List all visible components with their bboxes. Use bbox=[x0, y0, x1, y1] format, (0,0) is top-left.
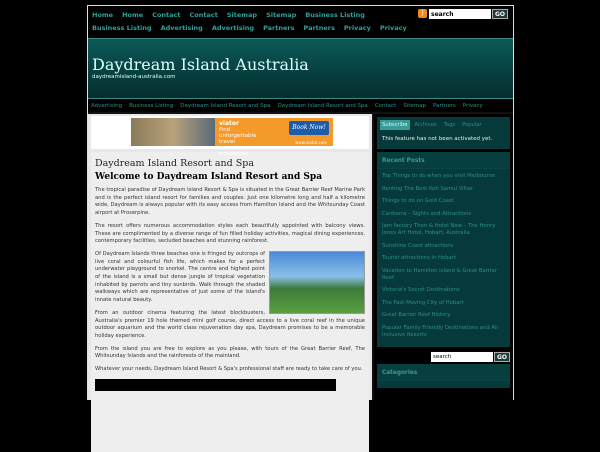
site-title[interactable]: Daydream Island Australia bbox=[92, 56, 509, 74]
post-heading: Welcome to Daydream Island Resort and Sp… bbox=[95, 172, 323, 182]
sub-nav-link[interactable]: Privacy bbox=[463, 103, 483, 109]
sidebar-search-go-button[interactable]: GO bbox=[494, 352, 510, 362]
sub-nav-link[interactable]: Sitemap bbox=[403, 103, 426, 109]
sidebar-search-input[interactable] bbox=[431, 352, 493, 362]
categories-title: Categories bbox=[377, 364, 510, 381]
recent-post-link[interactable]: Sunshine Coast attractions bbox=[380, 243, 507, 250]
recent-posts-title: Recent Posts bbox=[377, 152, 510, 169]
ad-image bbox=[131, 118, 215, 146]
top-nav-link[interactable]: Sitemap bbox=[266, 9, 296, 22]
post-paragraph: Whatever your needs, Daydream Island Res… bbox=[95, 366, 363, 373]
feature-note: This feature has not been activated yet. bbox=[382, 136, 493, 142]
rss-icon[interactable]: ) bbox=[418, 9, 427, 18]
post-paragraph: From an outdoor cinema featuring the lat… bbox=[95, 309, 365, 339]
top-nav-link[interactable]: Business Listing bbox=[305, 9, 365, 22]
recent-post-link[interactable]: Things to do on Gold Coast bbox=[380, 198, 507, 205]
top-nav: Home Home Contact Contact Sitemap Sitemap Busi… bbox=[88, 6, 513, 38]
video-embed[interactable] bbox=[95, 378, 336, 391]
sidebar-search: GO bbox=[377, 350, 510, 364]
page-wrapper: Home Home Contact Contact Sitemap Sitemap Busi… bbox=[87, 5, 514, 452]
tab-subscribe[interactable]: Subscribe bbox=[380, 120, 410, 130]
top-nav-link[interactable]: Business Listing bbox=[92, 22, 152, 35]
sub-nav-link[interactable]: Partners bbox=[433, 103, 456, 109]
post-paragraph: From the island you are free to explore … bbox=[95, 345, 365, 360]
tab-archives[interactable]: Archives bbox=[413, 120, 439, 130]
sub-nav-link[interactable]: Daydream Island Resort and Spa bbox=[278, 103, 368, 109]
viator-ad[interactable]: viator Find unforgettable travel experie… bbox=[131, 118, 333, 157]
recent-post-link[interactable]: Tourist attractions in Hobart bbox=[380, 255, 507, 262]
top-nav-link[interactable]: Home bbox=[92, 9, 113, 22]
top-nav-link[interactable]: Advertising bbox=[212, 22, 254, 35]
site-url: daydreamisland-australia.com bbox=[92, 74, 176, 80]
recent-post-link[interactable]: Great Barrier Reef History bbox=[380, 312, 507, 319]
search-go-button[interactable]: GO bbox=[492, 9, 508, 19]
recent-post-link[interactable]: Victoria's Secret Destinations bbox=[380, 287, 507, 294]
recent-post-link[interactable]: Canberra – Sights and Attractions bbox=[380, 211, 507, 218]
top-nav-link[interactable]: Advertising bbox=[161, 22, 203, 35]
ad-url: www.viator.com bbox=[295, 140, 327, 145]
recent-post-link[interactable]: Jam factory Then & Hotel Now – The Henry… bbox=[380, 223, 507, 237]
top-nav-link[interactable]: Sitemap bbox=[227, 9, 257, 22]
top-nav-link[interactable]: Partners bbox=[303, 22, 334, 35]
top-nav-link[interactable]: Contact bbox=[152, 9, 180, 22]
top-nav-link[interactable]: Privacy bbox=[380, 22, 407, 35]
ad-text: Find unforgettable travel experiences wo… bbox=[219, 127, 257, 157]
sub-nav-link[interactable]: Daydream Island Resort and Spa bbox=[180, 103, 270, 109]
resort-photo bbox=[269, 250, 365, 314]
top-nav-link[interactable]: Partners bbox=[263, 22, 294, 35]
sub-nav-link[interactable]: Contact bbox=[375, 103, 396, 109]
tab-tags[interactable]: Tags bbox=[442, 120, 457, 130]
sidebar: Subscribe Archives Tags Popular This featur… bbox=[374, 114, 513, 400]
header-banner: Daydream Island Australia daydreamisland… bbox=[88, 38, 513, 99]
search-input[interactable] bbox=[429, 9, 491, 19]
categories-widget: Categories bbox=[377, 364, 510, 388]
post-title[interactable]: Daydream Island Resort and Spa bbox=[95, 158, 365, 169]
tabs-widget: Subscribe Archives Tags Popular This featur… bbox=[377, 117, 510, 149]
recent-post-link[interactable]: Popular Family Friendly Destinations and… bbox=[380, 325, 507, 339]
top-nav-link[interactable]: Home bbox=[122, 9, 143, 22]
recent-post-link[interactable]: The Fast-Moving City of Hobart bbox=[380, 300, 507, 307]
post-paragraph: The tropical paradise of Daydream Island… bbox=[95, 187, 365, 217]
recent-posts-widget: Recent Posts Top Things to do when you v… bbox=[377, 152, 510, 347]
book-now-button[interactable]: Book Now! bbox=[289, 121, 329, 135]
top-nav-link[interactable]: Contact bbox=[190, 9, 218, 22]
top-nav-link[interactable]: Privacy bbox=[344, 22, 371, 35]
sub-nav-link[interactable]: Advertising bbox=[91, 103, 122, 109]
recent-post-link[interactable]: Top Things to do when you visit Melbourn… bbox=[380, 173, 507, 180]
tab-popular[interactable]: Popular bbox=[460, 120, 483, 130]
post: Daydream Island Resort and Spa Welcome t… bbox=[91, 152, 369, 452]
recent-post-link[interactable]: Vacation to Hamilton Island & Great Barr… bbox=[380, 268, 507, 282]
ad-banner-container: viator Find unforgettable travel experie… bbox=[91, 116, 369, 157]
recent-post-link[interactable]: Renting The Best Koh Samui Villas bbox=[380, 186, 507, 193]
sub-nav: Advertising Business Listing Daydream Isla… bbox=[88, 99, 513, 112]
main-content: viator Find unforgettable travel experie… bbox=[88, 114, 372, 452]
post-paragraph: The resort offers numerous accommodation… bbox=[95, 222, 365, 245]
sub-nav-link[interactable]: Business Listing bbox=[129, 103, 173, 109]
